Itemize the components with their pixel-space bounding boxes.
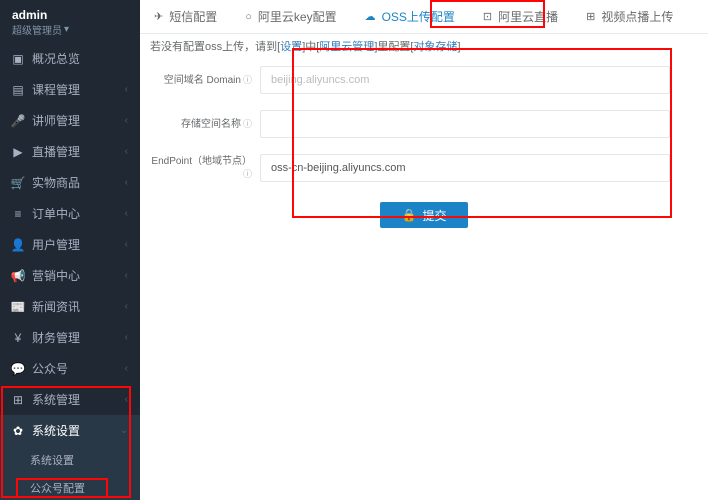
tabs: ✈短信配置 ○阿里云key配置 ☁OSS上传配置 ⊡阿里云直播 ⊞视频点播上传 xyxy=(140,2,708,34)
info-icon: ⓘ xyxy=(243,119,252,129)
sidebar-item-system[interactable]: ⊞系统管理‹ xyxy=(0,384,140,415)
chevron-left-icon: ‹ xyxy=(125,177,128,188)
main-menu: ▣概况总览 ▤课程管理‹ 🎤讲师管理‹ ▶直播管理‹ 🛒实物商品‹ ≡订单中心‹… xyxy=(0,43,140,500)
gear-icon: ✿ xyxy=(12,425,24,437)
list-icon: ≡ xyxy=(12,208,24,220)
sidebar-item-live[interactable]: ▶直播管理‹ xyxy=(0,136,140,167)
tab-sms[interactable]: ✈短信配置 xyxy=(140,2,231,33)
sidebar: admin 超级管理员▾ ▣概况总览 ▤课程管理‹ 🎤讲师管理‹ ▶直播管理‹ … xyxy=(0,0,140,500)
grid-icon: ⊞ xyxy=(12,394,24,406)
book-icon: ▤ xyxy=(12,84,24,96)
submit-button[interactable]: 🔒提交 xyxy=(380,202,469,228)
submenu-settings: 系统设置 公众号配置 支付配置 阿里云配置 xyxy=(0,446,140,500)
chevron-left-icon: ‹ xyxy=(125,332,128,343)
sub-item-wechat-config[interactable]: 公众号配置 xyxy=(0,474,140,500)
chevron-left-icon: ‹ xyxy=(125,84,128,95)
chevron-left-icon: ‹ xyxy=(125,239,128,250)
label-domain: 空间域名 Domainⓘ xyxy=(150,74,260,87)
user-icon: 👤 xyxy=(12,239,24,251)
sidebar-item-goods[interactable]: 🛒实物商品‹ xyxy=(0,167,140,198)
label-endpoint: EndPoint（地域节点）ⓘ xyxy=(150,155,260,181)
cloud-icon: ☁ xyxy=(365,10,376,23)
tab-oss[interactable]: ☁OSS上传配置 xyxy=(351,2,469,33)
lock-icon: 🔒 xyxy=(402,208,417,222)
plus-icon: ⊞ xyxy=(586,10,595,23)
sidebar-item-wechat[interactable]: 💬公众号‹ xyxy=(0,353,140,384)
sidebar-item-orders[interactable]: ≡订单中心‹ xyxy=(0,198,140,229)
domain-input[interactable] xyxy=(260,66,670,94)
sidebar-item-marketing[interactable]: 📢营销中心‹ xyxy=(0,260,140,291)
bucket-input[interactable] xyxy=(260,110,670,138)
money-icon: ¥ xyxy=(12,332,24,344)
sidebar-item-teacher[interactable]: 🎤讲师管理‹ xyxy=(0,105,140,136)
tab-live[interactable]: ⊡阿里云直播 xyxy=(469,2,572,33)
chevron-left-icon: ‹ xyxy=(125,208,128,219)
tab-vod[interactable]: ⊞视频点播上传 xyxy=(572,2,687,33)
sidebar-item-overview[interactable]: ▣概况总览 xyxy=(0,43,140,74)
square-icon: ⊡ xyxy=(483,10,492,23)
chevron-left-icon: ‹ xyxy=(125,115,128,126)
hint-text: 若没有配置oss上传，请到[设置]中[阿里云管理]里配置[对象存储] xyxy=(140,34,708,60)
sub-item-system[interactable]: 系统设置 xyxy=(0,446,140,474)
news-icon: 📰 xyxy=(12,301,24,313)
sidebar-item-finance[interactable]: ¥财务管理‹ xyxy=(0,322,140,353)
chevron-left-icon: ‹ xyxy=(125,363,128,374)
chevron-left-icon: ‹ xyxy=(125,301,128,312)
link-aliyun[interactable]: 阿里云管理 xyxy=(319,41,374,53)
tab-key[interactable]: ○阿里云key配置 xyxy=(231,2,350,33)
horn-icon: 📢 xyxy=(12,270,24,282)
link-settings[interactable]: 设置 xyxy=(280,41,302,53)
chevron-left-icon: ‹ xyxy=(125,270,128,281)
plane-icon: ✈ xyxy=(154,10,163,23)
dashboard-icon: ▣ xyxy=(12,53,24,65)
info-icon: ⓘ xyxy=(243,75,252,85)
info-icon: ⓘ xyxy=(243,169,252,179)
endpoint-input[interactable] xyxy=(260,154,670,182)
chevron-left-icon: ‹ xyxy=(125,146,128,157)
circle-icon: ○ xyxy=(245,11,252,23)
video-icon: ▶ xyxy=(12,146,24,158)
sidebar-item-settings[interactable]: ✿系统设置⌄ xyxy=(0,415,140,446)
mic-icon: 🎤 xyxy=(12,115,24,127)
form: 空间域名 Domainⓘ 存储空间名称ⓘ EndPoint（地域节点）ⓘ 🔒提交 xyxy=(140,60,708,242)
sidebar-item-course[interactable]: ▤课程管理‹ xyxy=(0,74,140,105)
sidebar-item-users[interactable]: 👤用户管理‹ xyxy=(0,229,140,260)
user-role[interactable]: 超级管理员▾ xyxy=(12,22,128,37)
user-block: admin 超级管理员▾ xyxy=(0,0,140,43)
content: ✈短信配置 ○阿里云key配置 ☁OSS上传配置 ⊡阿里云直播 ⊞视频点播上传 … xyxy=(140,0,708,500)
label-bucket: 存储空间名称ⓘ xyxy=(150,118,260,131)
user-name: admin xyxy=(12,8,128,22)
chevron-left-icon: ‹ xyxy=(125,394,128,405)
chevron-down-icon: ⌄ xyxy=(120,425,128,436)
wechat-icon: 💬 xyxy=(12,363,24,375)
chevron-down-icon: ▾ xyxy=(64,24,69,35)
cart-icon: 🛒 xyxy=(12,177,24,189)
link-oss[interactable]: 对象存储 xyxy=(413,41,457,53)
sidebar-item-news[interactable]: 📰新闻资讯‹ xyxy=(0,291,140,322)
